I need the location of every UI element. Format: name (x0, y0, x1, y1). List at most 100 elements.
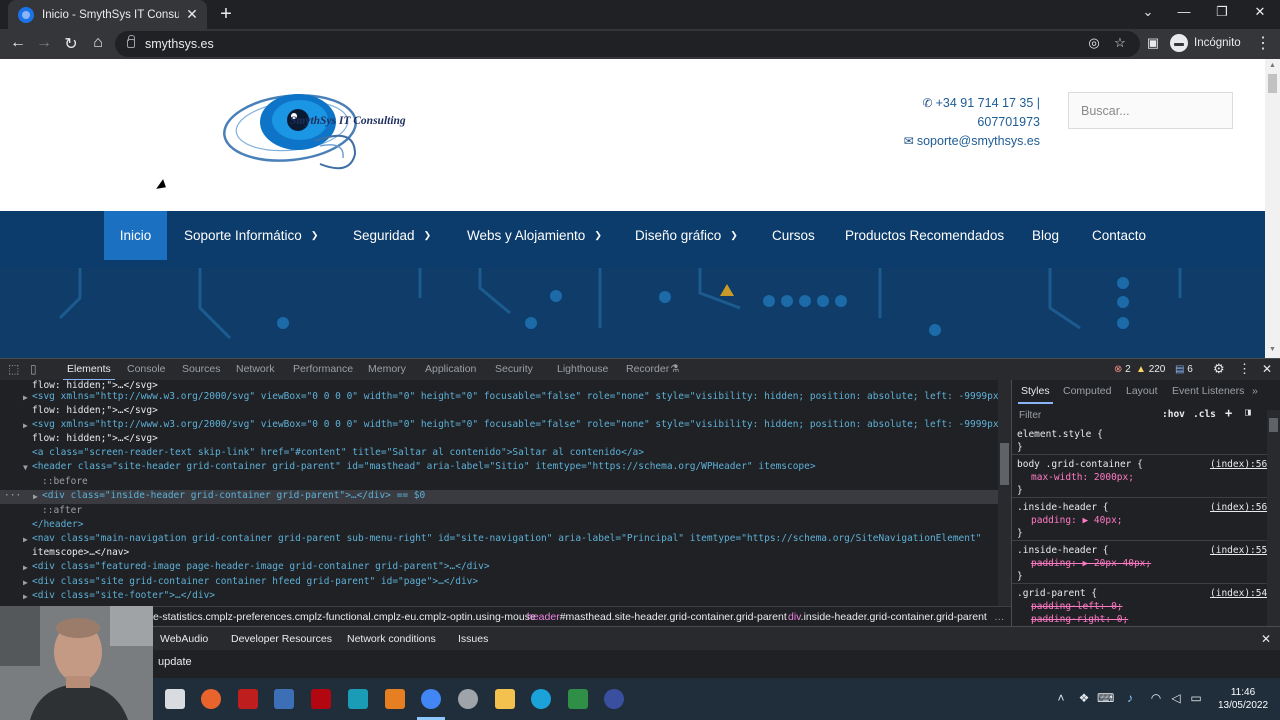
dom-node-selected[interactable]: ··· ▶ <div class="inside-header grid-conta… (0, 490, 998, 504)
more-tabs-icon[interactable]: » (1252, 385, 1258, 397)
expand-triangle-icon[interactable]: ▶ (23, 563, 28, 572)
email-address[interactable]: soporte@smythsys.es (917, 134, 1040, 148)
dom-node[interactable]: flow: hidden;">…</svg> (0, 433, 998, 447)
expand-triangle-icon[interactable]: ▶ (23, 393, 28, 402)
breadcrumb-item-selected[interactable]: div.inside-header.grid-container.grid-pa… (788, 611, 987, 623)
css-declaration[interactable]: padding: ▶ 20px 40px; (1031, 558, 1151, 569)
dom-node[interactable]: </header> (0, 519, 998, 533)
nav-item-productos-recomendados[interactable]: Productos Recomendados (845, 211, 1004, 260)
message-count-badge[interactable]: ▤ 6 (1175, 364, 1193, 375)
tab-layout[interactable]: Layout (1126, 385, 1158, 397)
expand-triangle-icon[interactable]: ▶ (23, 421, 28, 430)
css-source-link[interactable]: (index):56 (1210, 502, 1267, 513)
nav-item-seguridad[interactable]: Seguridad ❯ (353, 211, 431, 260)
close-drawer-icon[interactable]: ✕ (1261, 632, 1271, 646)
drawer-tab-network-conditions[interactable]: Network conditions (347, 633, 436, 645)
nav-item-blog[interactable]: Blog (1032, 211, 1059, 260)
expand-triangle-icon[interactable]: ▶ (23, 578, 28, 587)
css-declaration[interactable]: padding: ▶ 40px; (1031, 515, 1123, 526)
computed-sidebar-icon[interactable]: ◨ (1245, 407, 1251, 418)
collapse-triangle-icon[interactable]: ▼ (23, 463, 28, 472)
tab-recorder[interactable]: Recorder (626, 363, 669, 375)
css-declaration[interactable]: max-width: 2000px; (1031, 472, 1134, 483)
devtools-menu-icon[interactable]: ⋮ (1238, 361, 1251, 377)
tab-performance[interactable]: Performance (293, 363, 353, 375)
file-explorer-icon[interactable] (495, 689, 515, 709)
filezilla-icon[interactable] (238, 689, 258, 709)
css-selector[interactable]: .inside-header { (1017, 502, 1109, 513)
phone-number[interactable]: +34 91 714 17 35 | 607701973 (936, 96, 1040, 129)
close-devtools-icon[interactable]: ✕ (1262, 362, 1272, 376)
dom-tree-scrollbar[interactable] (998, 380, 1011, 606)
nav-item-soporte-informatico[interactable]: Soporte Informático ❯ (184, 211, 318, 260)
nav-item-webs-alojamiento[interactable]: Webs y Alojamiento ❯ (467, 211, 602, 260)
new-rule-icon[interactable]: + (1225, 406, 1232, 420)
edge-icon[interactable] (531, 689, 551, 709)
dom-node[interactable]: ::after (0, 505, 998, 519)
css-selector[interactable]: body .grid-container { (1017, 459, 1143, 470)
new-tab-button[interactable]: + (216, 3, 236, 26)
drawer-tab-developer-resources[interactable]: Developer Resources (231, 633, 332, 645)
tab-search-icon[interactable]: ⌄ (1138, 4, 1158, 20)
css-source-link[interactable]: (index):55 (1210, 545, 1267, 556)
expand-triangle-icon[interactable]: ▶ (33, 492, 38, 501)
address-bar[interactable]: smythsys.es ◎ ☆ (115, 31, 1140, 57)
site-logo[interactable] (220, 86, 420, 186)
reload-icon[interactable]: ↻ (61, 34, 81, 54)
tab-application[interactable]: Application (425, 363, 476, 375)
page-scroll-thumb[interactable] (1268, 74, 1277, 93)
spreadsheet-icon[interactable] (568, 689, 588, 709)
chrome-icon[interactable] (421, 689, 441, 709)
expand-triangle-icon[interactable]: ▶ (23, 535, 28, 544)
eye-off-icon[interactable]: ◎ (1085, 35, 1103, 51)
tab-lighthouse[interactable]: Lighthouse (557, 363, 608, 375)
dom-tree[interactable]: flow: hidden;">…</svg> ▶ <svg xmlns="http:… (0, 380, 998, 606)
network-tool-icon[interactable] (274, 689, 294, 709)
firefox-icon[interactable] (201, 689, 221, 709)
css-source-link[interactable]: (index):56 (1210, 459, 1267, 470)
sublime-icon[interactable] (385, 689, 405, 709)
nav-item-contacto[interactable]: Contacto (1092, 211, 1146, 260)
battery-icon[interactable]: ▭ (1188, 691, 1204, 705)
forward-icon[interactable]: → (34, 34, 54, 52)
volume-icon[interactable]: ◁ (1168, 691, 1184, 705)
dropbox-icon[interactable]: ❖ (1076, 691, 1092, 705)
microphone-icon[interactable]: ♪ (1122, 691, 1138, 705)
styles-scrollbar[interactable] (1267, 410, 1280, 626)
site-search-input[interactable] (1069, 93, 1232, 128)
browser-menu-icon[interactable]: ⋮ (1253, 33, 1273, 53)
css-selector[interactable]: .grid-parent { (1017, 588, 1097, 599)
bookmark-star-icon[interactable]: ☆ (1111, 35, 1129, 51)
settings-gear-icon[interactable]: ⚙ (1213, 361, 1225, 377)
css-selector[interactable]: .inside-header { (1017, 545, 1109, 556)
nav-item-inicio[interactable]: Inicio (104, 211, 167, 260)
dom-tree-scroll-thumb[interactable] (1000, 443, 1009, 485)
dom-node[interactable]: itemscope>…</nav> (0, 547, 998, 561)
scroll-down-icon[interactable]: ▼ (1268, 346, 1277, 353)
tab-console[interactable]: Console (127, 363, 166, 375)
warning-count-badge[interactable]: ▲ 220 (1136, 364, 1165, 375)
dom-node[interactable]: ::before (0, 476, 998, 490)
page-scrollbar[interactable]: ▲ ▼ (1265, 59, 1280, 358)
drawer-tab-webaudio[interactable]: WebAudio (160, 633, 208, 645)
tab-elements[interactable]: Elements (63, 363, 115, 381)
keyboard-icon[interactable]: ⌨ (1097, 691, 1114, 705)
chat-icon[interactable] (165, 689, 185, 709)
dom-node[interactable]: ▶ <svg xmlns="http://www.w3.org/2000/svg"… (0, 391, 998, 405)
drawer-tab-issues[interactable]: Issues (458, 633, 488, 645)
node-actions-icon[interactable]: ··· (4, 490, 21, 501)
vpn-icon[interactable] (604, 689, 624, 709)
css-source-link[interactable]: (index):54 (1210, 588, 1267, 599)
minimize-button[interactable]: — (1174, 4, 1194, 19)
github-icon[interactable] (458, 689, 478, 709)
dom-node[interactable]: ▶ <svg xmlns="http://www.w3.org/2000/svg"… (0, 419, 998, 433)
class-toggle[interactable]: .cls (1193, 409, 1216, 420)
dom-node[interactable]: ▶ <nav class="main-navigation grid-contai… (0, 533, 998, 547)
inspect-element-icon[interactable]: ⬚ (8, 362, 19, 376)
wifi-icon[interactable]: ◠ (1148, 691, 1164, 705)
expand-triangle-icon[interactable]: ▶ (23, 592, 28, 601)
maximize-button[interactable]: ❐ (1212, 4, 1232, 20)
scroll-up-icon[interactable]: ▲ (1268, 62, 1277, 69)
css-selector[interactable]: element.style { (1017, 429, 1103, 440)
tab-computed[interactable]: Computed (1063, 385, 1111, 397)
